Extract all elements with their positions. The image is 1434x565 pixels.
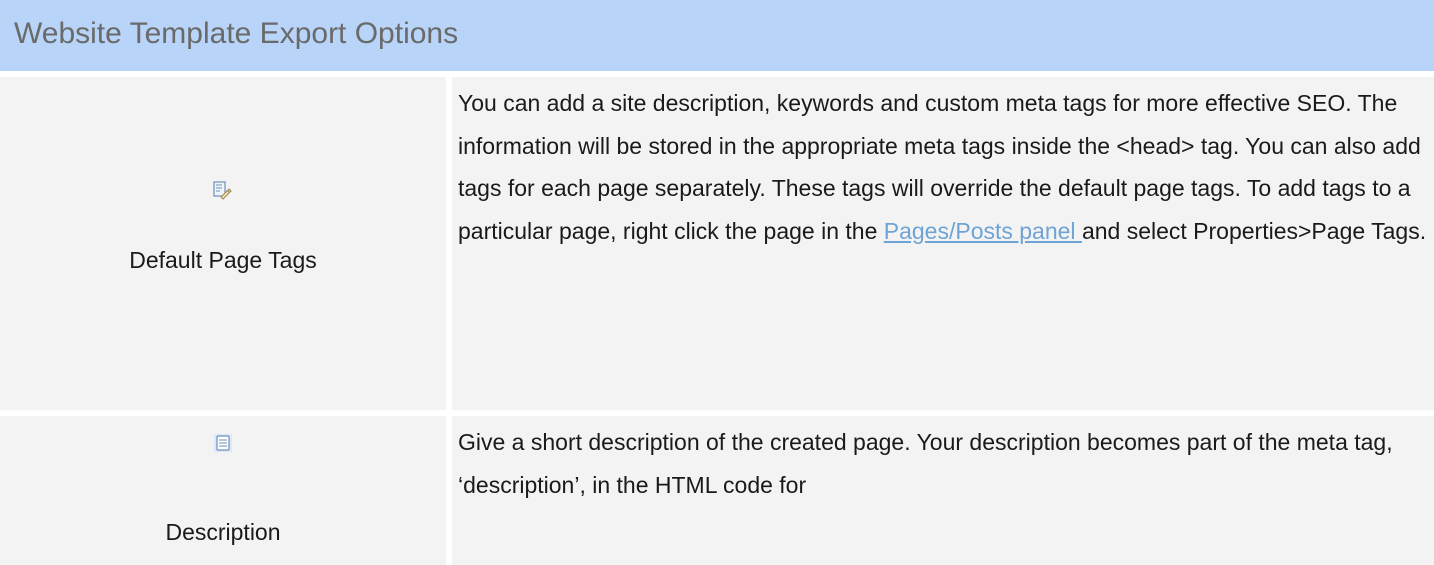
section-header: Website Template Export Options xyxy=(0,0,1434,71)
table-row-default-page-tags: Default Page Tags You can add a site des… xyxy=(0,77,1434,410)
table-row-description: Description Give a short description of … xyxy=(0,416,1434,565)
option-name-cell: Default Page Tags xyxy=(0,77,446,410)
option-description: You can add a site description, keywords… xyxy=(458,82,1430,252)
description-text-end: and select Properties>Page Tags. xyxy=(1081,217,1427,244)
option-name-cell: Description xyxy=(0,416,446,565)
option-label: Description xyxy=(165,519,281,545)
page-tags-icon xyxy=(213,181,232,200)
help-page: Website Template Export Options Default … xyxy=(0,0,1434,565)
option-description-cell: You can add a site description, keywords… xyxy=(452,77,1434,410)
section-title: Website Template Export Options xyxy=(14,17,459,50)
option-label: Default Page Tags xyxy=(129,247,317,273)
description-icon xyxy=(214,434,232,452)
pages-posts-panel-link[interactable]: Pages/Posts panel xyxy=(884,218,1082,244)
option-description: Give a short description of the created … xyxy=(458,429,1393,498)
option-description-cell: Give a short description of the created … xyxy=(452,416,1434,565)
